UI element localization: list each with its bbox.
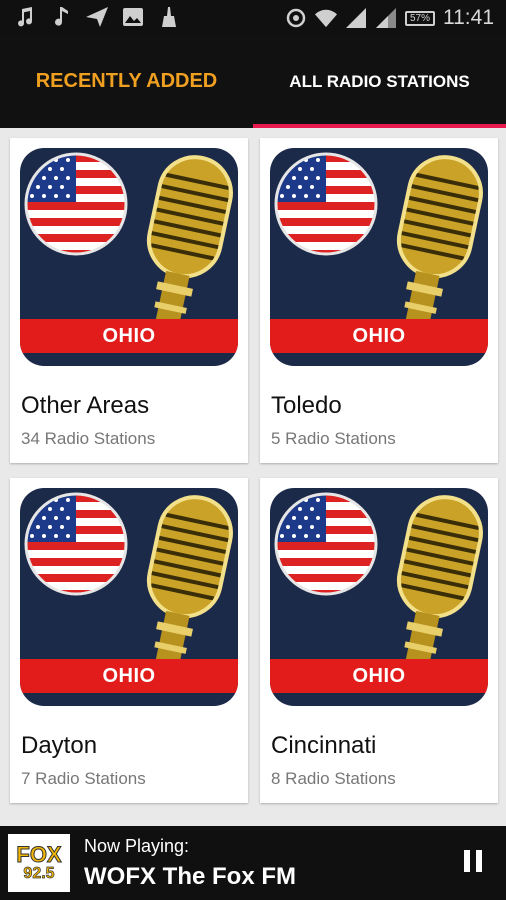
tab-bar: RECENTLY ADDED ALL RADIO STATIONS — [0, 35, 506, 128]
notification-icons — [14, 6, 180, 28]
station-grid: OHIO Other Areas 34 Radio Stations OHIO … — [0, 128, 506, 818]
status-bar: 57% 11:41 — [0, 0, 506, 35]
signal-icon — [345, 7, 367, 29]
system-icons: 57% 11:41 — [285, 4, 494, 32]
station-card-dayton[interactable]: OHIO Dayton 7 Radio Stations — [10, 478, 248, 803]
state-badge: OHIO — [20, 319, 238, 353]
clock: 11:41 — [443, 6, 494, 29]
station-artwork: OHIO — [20, 488, 238, 706]
card-title: Toledo — [271, 392, 342, 419]
station-logo: FOX 92.5 — [8, 834, 70, 892]
music-note-icon — [50, 6, 72, 28]
tab-recently-added[interactable]: RECENTLY ADDED — [0, 35, 253, 128]
station-count: 8 Radio Stations — [271, 769, 396, 788]
now-playing-label: Now Playing: — [84, 836, 190, 856]
image-icon — [122, 6, 144, 28]
card-title: Dayton — [21, 732, 98, 759]
station-artwork: OHIO — [20, 148, 238, 366]
card-title: Cincinnati — [271, 732, 377, 759]
station-artwork: OHIO — [270, 488, 488, 706]
music-note-icon — [14, 6, 36, 28]
wifi-icon — [314, 7, 337, 29]
station-card-other-areas[interactable]: OHIO Other Areas 34 Radio Stations — [10, 138, 248, 463]
station-artwork: OHIO — [270, 148, 488, 366]
pause-button[interactable] — [460, 850, 486, 876]
state-badge: OHIO — [20, 659, 238, 693]
now-playing-bar[interactable]: FOX 92.5 Now Playing: WOFX The Fox FM — [0, 826, 506, 900]
state-badge: OHIO — [270, 659, 488, 693]
station-count: 7 Radio Stations — [21, 769, 146, 788]
pause-icon — [464, 850, 470, 872]
station-card-cincinnati[interactable]: OHIO Cincinnati 8 Radio Stations — [260, 478, 498, 803]
send-icon — [86, 6, 108, 28]
battery-indicator: 57% — [404, 10, 435, 26]
pause-icon-bar — [476, 850, 482, 872]
station-count: 34 Radio Stations — [21, 429, 156, 448]
state-badge: OHIO — [270, 319, 488, 353]
logo-text: FOX — [16, 842, 62, 867]
station-card-toledo[interactable]: OHIO Toledo 5 Radio Stations — [260, 138, 498, 463]
tab-all-radio-stations[interactable]: ALL RADIO STATIONS — [253, 35, 506, 128]
cleaner-icon — [158, 6, 180, 28]
card-title: Other Areas — [21, 392, 150, 419]
logo-frequency: 92.5 — [23, 865, 55, 882]
station-count: 5 Radio Stations — [271, 429, 396, 448]
sync-icon — [285, 7, 307, 29]
now-playing-station: WOFX The Fox FM — [84, 863, 296, 890]
signal-icon — [375, 7, 397, 29]
